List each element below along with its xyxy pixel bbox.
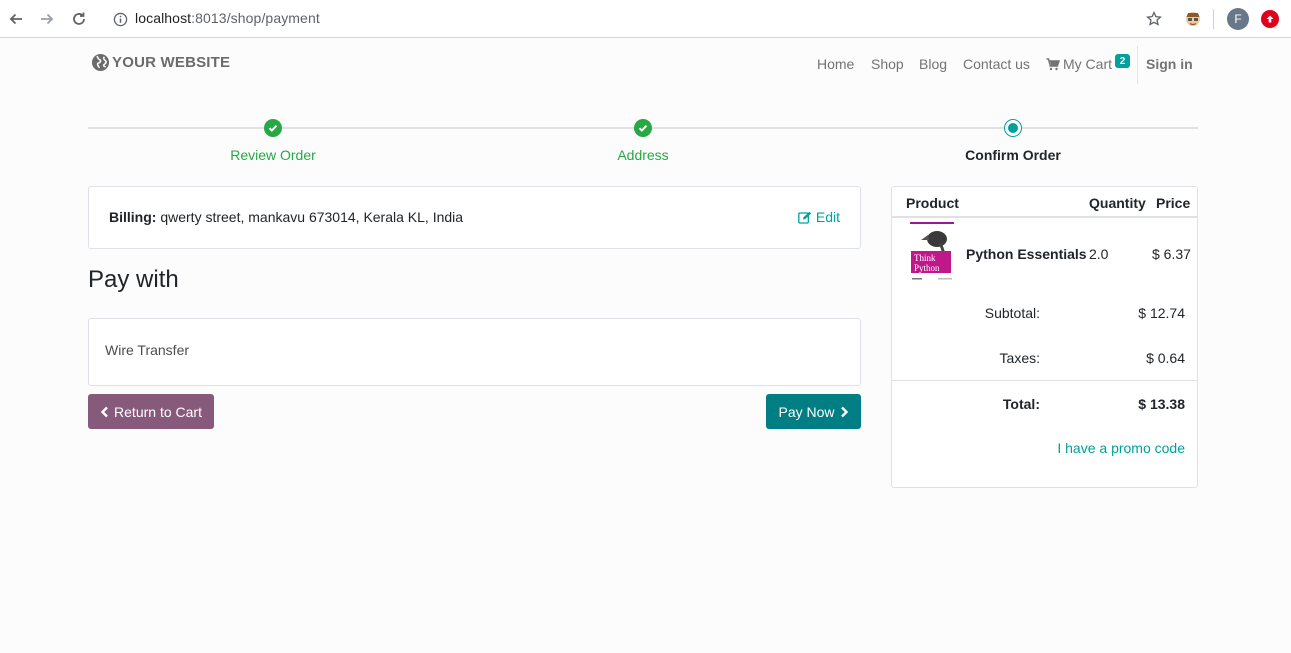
- step-address[interactable]: Address: [617, 147, 668, 163]
- browser-toolbar: localhost:8013/shop/payment F: [0, 0, 1291, 38]
- profile-button[interactable]: F: [1226, 6, 1250, 32]
- url-host: localhost: [135, 10, 192, 26]
- url-path: :8013/shop/payment: [191, 10, 320, 26]
- chevron-right-icon: [840, 406, 848, 417]
- step-address-check-icon: [634, 119, 652, 137]
- nav-my-cart[interactable]: My Cart: [1046, 56, 1112, 72]
- back-button[interactable]: [3, 6, 29, 32]
- step-confirm-order-current-icon: [1004, 119, 1022, 137]
- incognito-extension-icon: [1186, 12, 1200, 26]
- extension-button[interactable]: [1181, 6, 1205, 32]
- star-icon: [1146, 11, 1162, 26]
- summary-header-price: Price: [1156, 195, 1191, 211]
- summary-header-quantity: Quantity: [1089, 195, 1146, 211]
- reload-button[interactable]: [66, 6, 92, 32]
- step-review-order[interactable]: Review Order: [230, 147, 316, 163]
- logo-text: YOUR WEBSITE: [112, 54, 231, 71]
- summary-header-divider: [892, 216, 1197, 218]
- cart-count-badge: 2: [1115, 54, 1130, 68]
- chevron-left-icon: [100, 406, 108, 417]
- step-review-order-check-icon: [264, 119, 282, 137]
- total-label: Total:: [1002, 396, 1040, 412]
- info-icon: [113, 12, 127, 26]
- product-image: Think Python: [910, 221, 956, 283]
- my-cart-label: My Cart: [1063, 56, 1112, 72]
- step-confirm-order: Confirm Order: [965, 147, 1061, 163]
- product-name[interactable]: Python Essentials: [966, 246, 1087, 262]
- nav-home[interactable]: Home: [817, 56, 854, 72]
- globe-icon: [91, 53, 110, 72]
- summary-header-product: Product: [906, 195, 959, 211]
- book-cover-title-line1: Think: [914, 253, 936, 263]
- taxes-value: $ 0.64: [1146, 350, 1185, 366]
- bookmark-button[interactable]: [1142, 6, 1166, 32]
- nav-contact-us[interactable]: Contact us: [963, 56, 1030, 72]
- profile-avatar: F: [1227, 8, 1249, 30]
- address-bar[interactable]: localhost:8013/shop/payment: [135, 10, 320, 26]
- edit-label: Edit: [815, 209, 840, 225]
- arrow-right-icon: [41, 13, 54, 25]
- reload-icon: [73, 12, 85, 25]
- book-cover-title-line2: Python: [914, 263, 940, 273]
- pay-now-button[interactable]: Pay Now: [766, 394, 861, 429]
- edit-billing-link[interactable]: Edit: [798, 209, 840, 225]
- product-price: $ 6.37: [1152, 246, 1191, 262]
- toolbar-separator: [1213, 9, 1214, 29]
- payment-method-option[interactable]: Wire Transfer: [88, 318, 861, 386]
- nav-shop[interactable]: Shop: [871, 56, 904, 72]
- subtotal-value: $ 12.74: [1138, 305, 1185, 321]
- taxes-label: Taxes:: [999, 350, 1040, 366]
- product-quantity: 2.0: [1089, 246, 1109, 262]
- update-button[interactable]: [1258, 6, 1282, 32]
- forward-button[interactable]: [34, 6, 60, 32]
- site-info-button[interactable]: [110, 9, 130, 29]
- payment-method-label: Wire Transfer: [105, 342, 190, 358]
- cart-icon: [1046, 57, 1060, 70]
- billing-address: Billing: qwerty street, mankavu 673014, …: [109, 209, 463, 225]
- total-value: $ 13.38: [1138, 396, 1185, 412]
- subtotal-label: Subtotal:: [984, 305, 1040, 321]
- billing-address-value: qwerty street, mankavu 673014, Kerala KL…: [160, 209, 464, 225]
- update-icon: [1261, 10, 1279, 28]
- arrow-left-icon: [9, 13, 22, 25]
- edit-icon: [798, 211, 812, 224]
- billing-label: Billing:: [109, 209, 157, 225]
- pay-with-title: Pay with: [88, 266, 179, 293]
- return-to-cart-label: Return to Cart: [114, 403, 202, 420]
- sign-in-link[interactable]: Sign in: [1146, 56, 1193, 72]
- order-summary-card: Product Quantity Price Think Python Pyth…: [891, 186, 1198, 488]
- site-logo[interactable]: YOUR WEBSITE: [91, 53, 230, 72]
- pay-now-label: Pay Now: [778, 403, 835, 420]
- nav-blog[interactable]: Blog: [919, 56, 947, 72]
- return-to-cart-button[interactable]: Return to Cart: [88, 394, 214, 429]
- billing-card: Billing: qwerty street, mankavu 673014, …: [88, 186, 861, 249]
- nav-separator: [1137, 46, 1138, 84]
- promo-code-link[interactable]: I have a promo code: [1057, 440, 1185, 456]
- total-divider: [892, 380, 1197, 381]
